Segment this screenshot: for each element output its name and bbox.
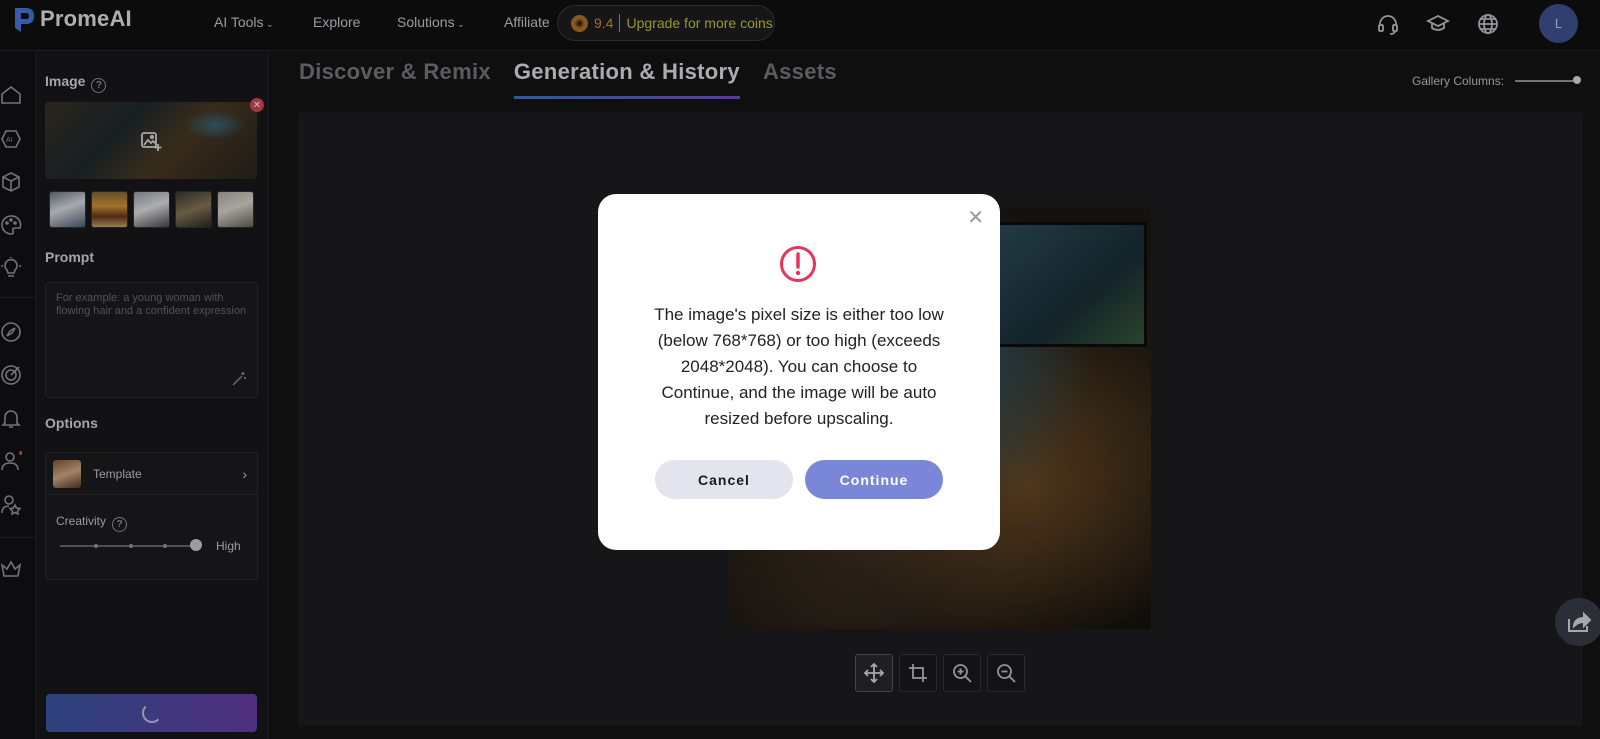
continue-button[interactable]: Continue xyxy=(805,460,943,499)
resize-warning-dialog: ✕ The image's pixel size is either too l… xyxy=(598,194,1000,550)
warning-icon xyxy=(780,246,816,282)
dialog-message: The image's pixel size is either too low… xyxy=(654,305,944,428)
cancel-button[interactable]: Cancel xyxy=(655,460,793,499)
close-icon[interactable]: ✕ xyxy=(967,208,984,228)
